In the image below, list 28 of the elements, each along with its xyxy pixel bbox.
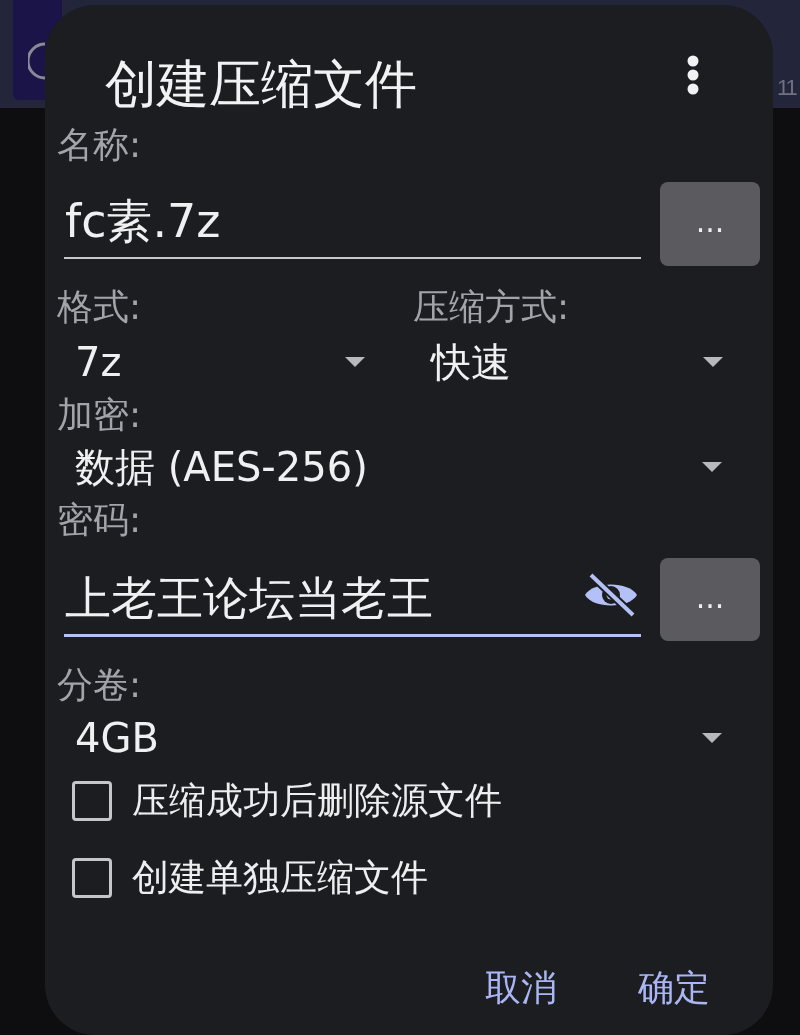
compression-dropdown[interactable]: 快速 — [413, 338, 723, 386]
name-field[interactable]: fc素.7z — [64, 182, 641, 259]
split-dropdown[interactable]: 4GB — [57, 714, 722, 762]
option-label[interactable]: 创建单独压缩文件 — [132, 856, 428, 900]
dialog-button[interactable]: 取消 — [467, 956, 575, 1020]
field-label: 加密: — [57, 395, 142, 435]
option-label[interactable]: 压缩成功后删除源文件 — [132, 779, 502, 823]
field-label: 格式: — [57, 287, 142, 327]
dialog-button[interactable]: 确定 — [620, 956, 728, 1020]
page-counter: 11 — [777, 76, 796, 100]
dropdown-caret-icon — [702, 462, 722, 472]
password-field[interactable]: 上老王论坛当老王 — [64, 558, 641, 637]
field-label: 密码: — [57, 500, 142, 540]
dropdown-caret-icon — [345, 357, 365, 367]
browse-button[interactable]: ... — [660, 558, 760, 641]
eye-slash-icon[interactable] — [583, 573, 639, 617]
browse-button[interactable]: ... — [660, 182, 760, 266]
overflow-menu-icon[interactable] — [686, 55, 700, 95]
field-label: 名称: — [57, 125, 142, 165]
checkbox[interactable] — [72, 781, 112, 821]
dropdown-caret-icon — [703, 357, 723, 367]
format-dropdown[interactable]: 7z — [57, 338, 365, 386]
checkbox[interactable] — [72, 858, 112, 898]
dropdown-caret-icon — [702, 733, 722, 743]
dialog-title: 创建压缩文件 — [105, 54, 417, 114]
field-label: 分卷: — [57, 665, 142, 705]
field-label: 压缩方式: — [413, 287, 570, 327]
encryption-dropdown[interactable]: 数据 (AES-256) — [57, 443, 722, 491]
